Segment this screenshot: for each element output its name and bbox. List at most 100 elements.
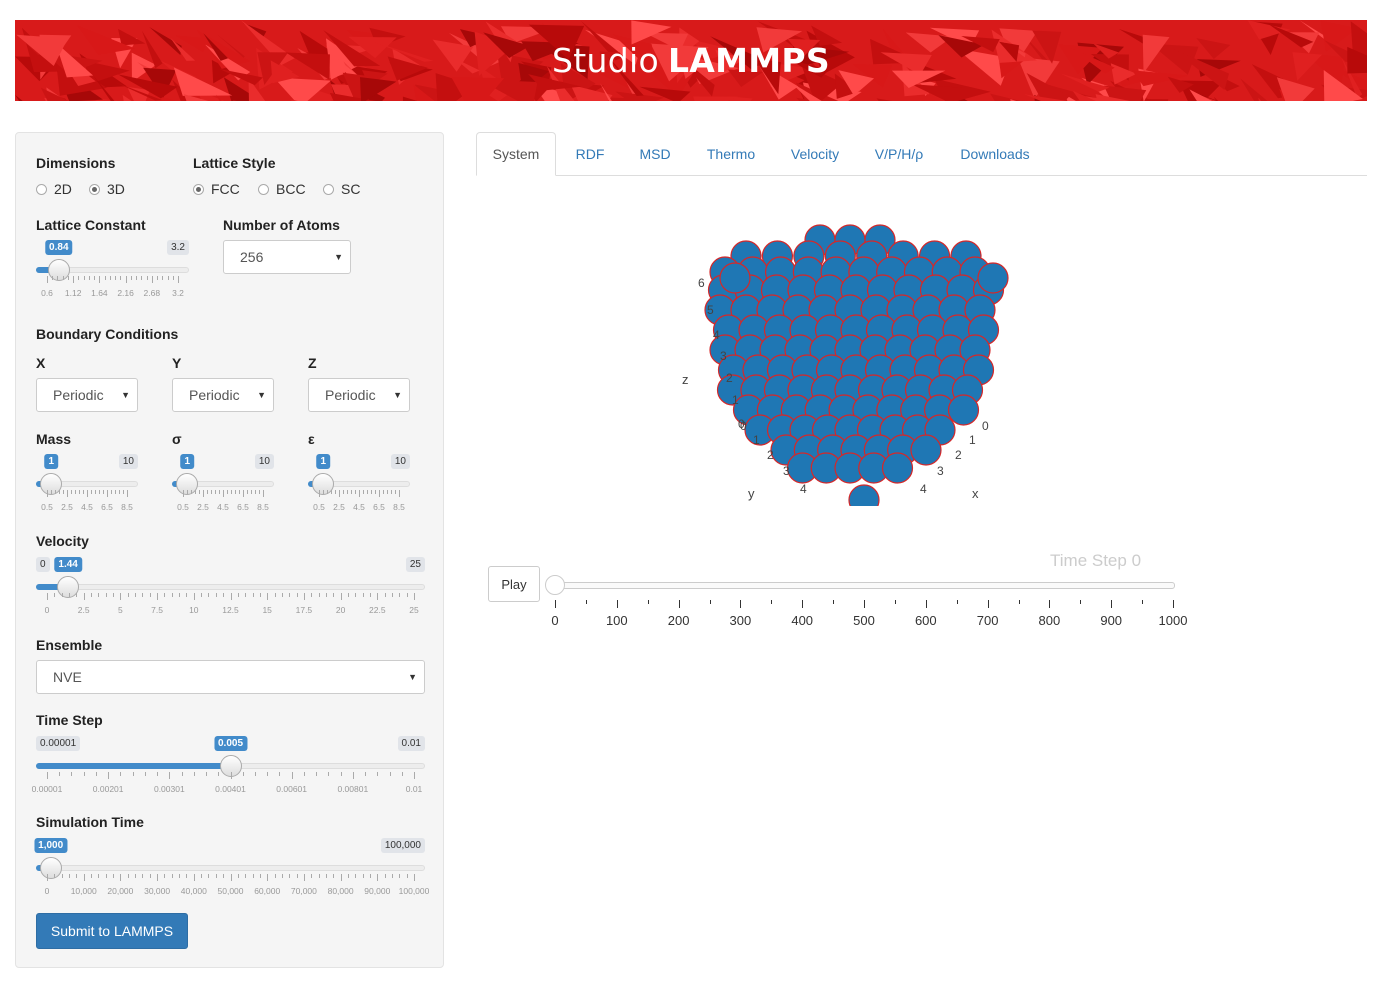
- slider-tick: [172, 276, 174, 280]
- slider-track[interactable]: [36, 865, 425, 871]
- tab-rdf[interactable]: RDF: [560, 132, 620, 175]
- tab-system[interactable]: System: [476, 132, 556, 176]
- slider-tick-label: 20,000: [107, 886, 134, 896]
- slider-tick: [339, 490, 340, 497]
- ensemble-select[interactable]: NVE ▼: [36, 660, 425, 694]
- slider-handle[interactable]: [545, 575, 565, 595]
- tab-velocity[interactable]: Velocity: [776, 132, 854, 175]
- slider-tick-label: 0.00401: [215, 784, 246, 794]
- slider-tick: [352, 772, 354, 779]
- lattice-radio-bcc[interactable]: BCC: [258, 181, 306, 197]
- y-axis-title: y: [748, 486, 755, 501]
- sigma-slider[interactable]: 0.5 10 1 0.5 2.5 4.5 6.5 8.5: [172, 454, 274, 512]
- slider-tick: [151, 276, 153, 283]
- slider-tick: [218, 772, 220, 776]
- submit-button[interactable]: Submit to LAMMPS: [36, 913, 188, 949]
- time-step-animation-slider[interactable]: 0 100 200 300 400 500 600 700 800 900 1000: [545, 574, 1187, 634]
- slider-tick: [259, 874, 261, 878]
- boundary-y-select[interactable]: Periodic ▼: [172, 378, 274, 412]
- app-title: Studio LAMMPS: [15, 20, 1367, 101]
- slider-tick-label: 30,000: [144, 886, 171, 896]
- mass-slider[interactable]: 0.5 10 1 0.5 2.5 4.5 6.5 8.5: [36, 454, 138, 512]
- slider-tick: [255, 490, 256, 494]
- atom-system-3d-plot[interactable]: z y x 01234560123401234: [660, 210, 1040, 520]
- slider-tick: [132, 772, 134, 776]
- slider-tick: [201, 874, 203, 878]
- slider-tick: [61, 593, 63, 597]
- app-title-bold: LAMMPS: [667, 41, 830, 80]
- slider-tick: [169, 772, 171, 779]
- slider-tick-label: 100,000: [398, 886, 430, 896]
- slider-tick: [377, 874, 379, 881]
- slider-tick: [207, 490, 208, 494]
- simulation-time-slider[interactable]: 0 100,000 1,000 0 10,000 20,000 30,000 40,000 50…: [34, 838, 429, 896]
- slider-tick: [91, 593, 93, 597]
- slider-tick: [193, 874, 195, 881]
- select-value: Periodic: [189, 387, 240, 403]
- slider-tick-labels: 0.5 2.5 4.5 6.5 8.5: [172, 502, 274, 514]
- tab-downloads[interactable]: Downloads: [946, 132, 1044, 175]
- axis-tick-label: 4: [800, 482, 807, 496]
- play-button[interactable]: Play: [488, 566, 540, 602]
- slider-tick: [709, 600, 711, 604]
- slider-tick: [78, 276, 80, 280]
- slider-tick-labels: 0 2.5 5 7.5 10 12.5 15 17.5 20 22.5 25: [36, 605, 425, 617]
- lattice-radio-sc[interactable]: SC: [323, 181, 360, 197]
- epsilon-slider[interactable]: 0.5 10 1 0.5 2.5 4.5 6.5 8.5: [308, 454, 410, 512]
- tab-msd[interactable]: MSD: [626, 132, 684, 175]
- header-banner: Studio LAMMPS: [15, 20, 1367, 101]
- slider-tick: [1111, 600, 1113, 608]
- boundary-z-select[interactable]: Periodic ▼: [308, 378, 410, 412]
- slider-ticks: [36, 874, 425, 882]
- lattice-radio-fcc[interactable]: FCC: [193, 181, 240, 197]
- slider-tick: [120, 276, 122, 280]
- slider-value-badge: 1,000: [34, 838, 68, 853]
- slider-tick: [73, 276, 75, 283]
- slider-tick: [362, 874, 364, 878]
- slider-tick: [263, 490, 264, 497]
- slider-tick-label: 22.5: [369, 605, 386, 615]
- slider-tick: [369, 874, 371, 878]
- slider-tick: [55, 490, 56, 494]
- slider-value-badge: 1.44: [54, 557, 82, 572]
- mass-label: Mass: [36, 431, 72, 447]
- slider-tick: [316, 772, 318, 776]
- slider-tick: [245, 874, 247, 878]
- chevron-down-icon: ▼: [121, 390, 130, 400]
- slider-tick: [303, 874, 305, 881]
- slider-tick-label: 0.00601: [276, 784, 308, 794]
- slider-track[interactable]: [36, 584, 425, 590]
- slider-tick: [230, 593, 232, 600]
- dimensions-radio-3d[interactable]: 3D: [89, 181, 125, 197]
- slider-tick: [61, 874, 63, 878]
- slider-tick: [52, 276, 54, 280]
- slider-fill: [36, 763, 231, 769]
- axis-tick-label: 1: [753, 433, 760, 447]
- boundary-x-select[interactable]: Periodic ▼: [36, 378, 138, 412]
- slider-tick: [208, 874, 210, 878]
- slider-tick-label: 25: [409, 605, 419, 615]
- slider-tick: [193, 593, 195, 600]
- tab-vphrho[interactable]: V/P/H/ρ: [860, 132, 938, 175]
- slider-tick: [47, 772, 48, 779]
- chevron-down-icon: ▼: [408, 672, 417, 682]
- slider-tick: [211, 490, 212, 494]
- slider-tick: [67, 490, 68, 497]
- lattice-constant-slider[interactable]: 0.6 3.2 0.84 0.6 1.12 1.64 2.16 2.68 3.2: [36, 240, 189, 298]
- time-step-slider[interactable]: 0.00001 0.01 0.005 0.00001 0.00201 0.00301 0.0…: [32, 736, 425, 794]
- slider-tick: [377, 593, 379, 600]
- slider-max-badge: 3.2: [167, 240, 189, 255]
- velocity-slider[interactable]: 0 25 1.44 0 2.5 5 7.5 10 12.5 15 17.5 20 22.5 25: [36, 557, 425, 615]
- slider-tick: [291, 772, 293, 779]
- slider-tick: [215, 593, 217, 597]
- slider-tick: [171, 874, 173, 878]
- slider-tick-label: 800: [1038, 613, 1061, 628]
- slider-tick: [401, 772, 403, 776]
- number-of-atoms-select[interactable]: 256 ▼: [223, 240, 351, 274]
- tab-thermo[interactable]: Thermo: [692, 132, 770, 175]
- radio-label: 3D: [107, 181, 125, 197]
- slider-tick: [103, 490, 104, 494]
- slider-tick: [414, 874, 415, 881]
- dimensions-radio-2d[interactable]: 2D: [36, 181, 72, 197]
- slider-track[interactable]: [555, 582, 1175, 589]
